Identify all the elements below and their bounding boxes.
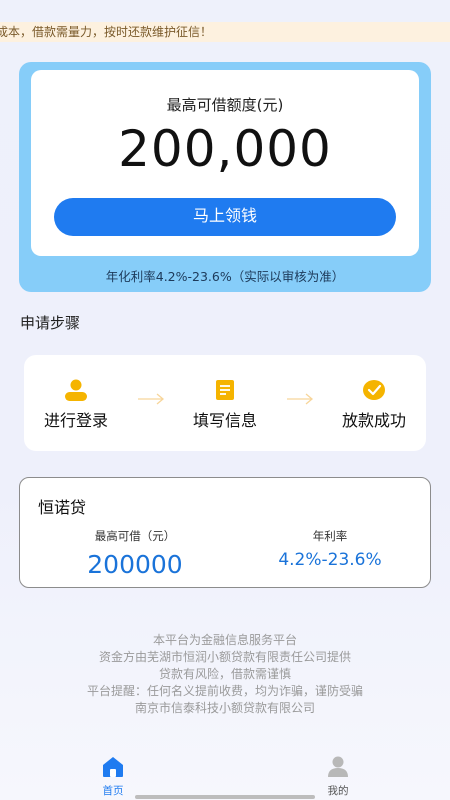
quota-card: 最高可借额度(元) 200,000 马上领钱: [31, 70, 419, 256]
profile-icon: [328, 756, 348, 777]
steps-title: 申请步骤: [20, 314, 81, 332]
notice-bar: 成本，借款需量力，按时还款维护征信！: [0, 22, 450, 42]
footer-line: 贷款有风险，借款需谨慎: [158, 667, 291, 681]
step-label: 放款成功: [341, 411, 406, 430]
user-icon: [65, 379, 87, 401]
home-indicator: [135, 795, 315, 799]
rate-column: 年利率 4.2%-23.6%: [260, 528, 400, 570]
max-amount-value: 200000: [87, 550, 183, 579]
document-icon: [216, 380, 234, 400]
max-amount-column: 最高可借（元） 200000: [60, 528, 210, 579]
rate-note: 年化利率4.2%-23.6%（实际以审核为准）: [105, 269, 345, 284]
tab-mine-label: 我的: [327, 785, 349, 797]
footer-line: 本平台为金融信息服务平台: [152, 633, 297, 647]
step-disbursed: 放款成功: [319, 379, 429, 431]
rate-value: 4.2%-23.6%: [278, 550, 382, 570]
step-label: 进行登录: [43, 411, 108, 430]
tab-mine[interactable]: 我的: [308, 756, 368, 798]
arrow-right-icon: [138, 393, 165, 405]
quota-amount: 200,000: [118, 120, 332, 178]
notice-text: 成本，借款需量力，按时还款维护征信！: [0, 25, 213, 39]
get-money-button[interactable]: 马上领钱: [54, 198, 396, 236]
home-icon: [103, 757, 123, 777]
quota-panel: 最高可借额度(元) 200,000 马上领钱 年化利率4.2%-23.6%（实际…: [19, 62, 431, 292]
tab-home[interactable]: 首页: [83, 756, 143, 798]
check-circle-icon: [363, 380, 385, 400]
tab-bar: 首页 我的: [0, 748, 450, 800]
product-card[interactable]: 恒诺贷 最高可借（元） 200000 年利率 4.2%-23.6%: [19, 477, 431, 588]
step-login: 进行登录: [21, 379, 131, 431]
product-name: 恒诺贷: [38, 498, 87, 517]
footer-disclaimer: 本平台为金融信息服务平台 资金方由芜湖市恒润小额贷款有限责任公司提供 贷款有风险…: [0, 632, 450, 717]
footer-line: 资金方由芜湖市恒润小额贷款有限责任公司提供: [98, 650, 351, 664]
step-fill-info: 填写信息: [170, 379, 280, 431]
tab-home-label: 首页: [102, 785, 124, 797]
footer-line: 南京市信泰科技小额贷款有限公司: [134, 701, 315, 715]
max-amount-label: 最高可借（元）: [94, 529, 176, 543]
steps-card: 进行登录 填写信息 放款成功: [24, 355, 426, 451]
arrow-right-icon: [287, 393, 314, 405]
step-label: 填写信息: [192, 411, 257, 430]
footer-line: 平台提醒：任何名义提前收费，均为诈骗，谨防受骗: [86, 684, 363, 698]
quota-label: 最高可借额度(元): [166, 96, 284, 114]
rate-label: 年利率: [312, 529, 348, 543]
